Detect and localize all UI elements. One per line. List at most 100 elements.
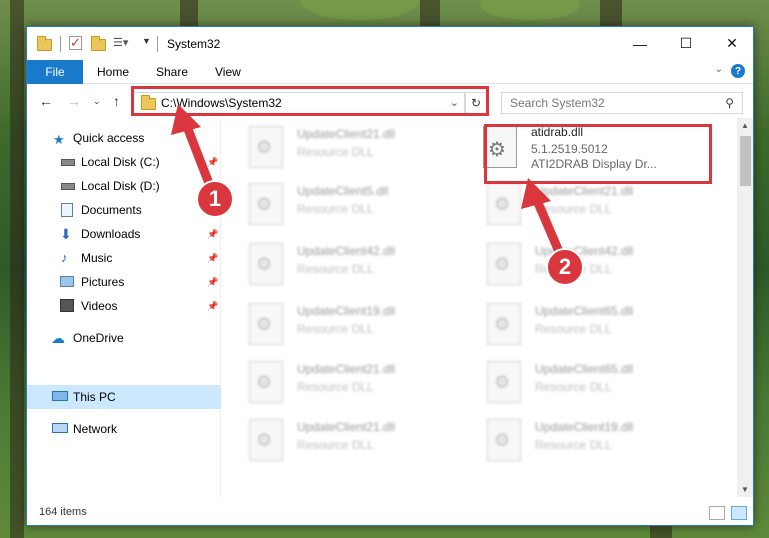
tab-share[interactable]: Share <box>156 65 188 79</box>
sidebar-item-label: Documents <box>81 203 142 217</box>
navigation-pane: ★ Quick access Local Disk (C:) 📌 Local D… <box>27 118 221 497</box>
pin-icon[interactable]: 📌 <box>207 277 218 288</box>
cloud-icon: ☁ <box>51 330 65 346</box>
expand-ribbon-icon[interactable]: ⌄ <box>715 64 723 75</box>
scroll-up-icon[interactable]: ▲ <box>741 121 749 130</box>
customize-icon[interactable]: ☰▾ <box>113 36 129 52</box>
file-name: UpdateClient65.dll <box>535 362 634 376</box>
list-item[interactable]: UpdateClient5.dll Resource DLL <box>249 180 464 228</box>
file-type: Resource DLL <box>297 380 374 394</box>
sidebar-item-music[interactable]: ♪ Music 📌 <box>27 246 221 270</box>
separator <box>157 36 158 52</box>
list-item[interactable]: UpdateClient21.dll Resource DLL <box>249 123 464 171</box>
list-item[interactable]: UpdateClient65.dll Resource DLL <box>487 300 702 348</box>
sidebar-item-network[interactable]: Network <box>27 417 221 441</box>
step-1-badge: 1 <box>196 180 234 218</box>
sidebar-item-videos[interactable]: Videos 📌 <box>27 294 221 318</box>
tab-file[interactable]: File <box>27 60 83 84</box>
sidebar-item-label: This PC <box>73 390 116 404</box>
list-item[interactable]: UpdateClient19.dll Resource DLL <box>249 300 464 348</box>
file-type: Resource DLL <box>297 202 374 216</box>
up-arrow-icon[interactable]: ↑ <box>113 93 120 109</box>
forward-arrow-icon[interactable]: → <box>67 93 81 109</box>
sidebar-item-documents[interactable]: Documents 📌 <box>27 198 221 222</box>
file-name: UpdateClient42.dll <box>297 244 396 258</box>
sidebar-item-pictures[interactable]: Pictures 📌 <box>27 270 221 294</box>
file-name: UpdateClient19.dll <box>535 420 634 434</box>
tab-view[interactable]: View <box>215 65 241 79</box>
file-type: Resource DLL <box>297 145 374 159</box>
file-highlight-box <box>484 124 712 184</box>
sidebar-item-label: Quick access <box>73 131 145 145</box>
file-name: UpdateClient21.dll <box>297 420 396 434</box>
sidebar-item-this-pc[interactable]: This PC <box>27 385 221 409</box>
file-type: Resource DLL <box>535 322 612 336</box>
computer-icon <box>52 391 68 401</box>
separator <box>60 36 61 52</box>
file-name: UpdateClient5.dll <box>297 184 389 198</box>
dll-file-icon <box>487 183 521 225</box>
sidebar-item-downloads[interactable]: ⬇ Downloads 📌 <box>27 222 221 246</box>
dll-file-icon <box>487 361 521 403</box>
file-name: UpdateClient19.dll <box>297 304 396 318</box>
file-type: Resource DLL <box>297 322 374 336</box>
sidebar-item-local-disk-c[interactable]: Local Disk (C:) 📌 <box>27 150 221 174</box>
window-title: System32 <box>167 37 221 51</box>
sidebar-item-quick-access[interactable]: ★ Quick access <box>27 126 221 150</box>
document-icon <box>61 203 73 217</box>
drive-icon <box>61 183 75 190</box>
file-type: Resource DLL <box>535 380 612 394</box>
search-input[interactable]: Search System32 ⚲ <box>501 92 743 114</box>
sidebar-item-onedrive[interactable]: ☁ OneDrive <box>27 326 221 350</box>
back-arrow-icon[interactable]: ← <box>39 93 53 109</box>
large-icons-view-icon[interactable] <box>731 506 747 520</box>
file-name: UpdateClient21.dll <box>535 184 634 198</box>
file-type: Resource DLL <box>297 438 374 452</box>
close-button[interactable]: ✕ <box>709 27 753 60</box>
folder-icon[interactable] <box>37 36 53 52</box>
pin-icon[interactable]: 📌 <box>207 301 218 312</box>
list-item[interactable]: UpdateClient65.dll Resource DLL <box>487 358 702 406</box>
dll-file-icon <box>487 419 521 461</box>
tab-home[interactable]: Home <box>97 65 129 79</box>
download-icon: ⬇ <box>60 226 72 242</box>
dll-file-icon <box>249 303 283 345</box>
list-item[interactable]: UpdateClient21.dll Resource DLL <box>487 180 702 228</box>
network-icon <box>52 423 68 433</box>
music-icon: ♪ <box>61 250 68 265</box>
file-name: UpdateClient21.dll <box>297 362 396 376</box>
pin-icon[interactable]: 📌 <box>207 157 218 168</box>
help-icon[interactable]: ? <box>731 64 745 78</box>
minimize-button[interactable]: — <box>617 27 663 60</box>
dll-file-icon <box>249 419 283 461</box>
search-icon[interactable]: ⚲ <box>725 96 734 110</box>
details-view-icon[interactable] <box>709 506 725 520</box>
pin-icon[interactable]: 📌 <box>207 253 218 264</box>
video-icon <box>60 299 74 312</box>
address-highlight-box <box>131 86 489 116</box>
sidebar-item-local-disk-d[interactable]: Local Disk (D:) <box>27 174 221 198</box>
quick-access-dropdown-icon[interactable]: ▼ <box>142 36 158 52</box>
list-item[interactable]: UpdateClient42.dll Resource DLL <box>249 240 464 288</box>
vertical-scrollbar[interactable]: ▲ ▼ <box>737 118 753 497</box>
picture-icon <box>60 276 74 287</box>
file-type: Resource DLL <box>535 202 612 216</box>
sidebar-item-label: Local Disk (D:) <box>81 179 160 193</box>
scrollbar-thumb[interactable] <box>740 136 751 186</box>
list-item[interactable]: UpdateClient42.dll Resource DLL <box>487 240 702 288</box>
step-2-badge: 2 <box>546 248 584 286</box>
list-item[interactable]: UpdateClient21.dll Resource DLL <box>249 416 464 464</box>
maximize-button[interactable]: ☐ <box>663 27 709 60</box>
new-folder-icon[interactable] <box>91 36 107 52</box>
item-count: 164 items <box>39 506 87 518</box>
ribbon: File Home Share View ⌄ ? <box>27 60 753 84</box>
list-item[interactable]: UpdateClient21.dll Resource DLL <box>249 358 464 406</box>
scroll-down-icon[interactable]: ▼ <box>741 485 749 494</box>
file-type: Resource DLL <box>535 438 612 452</box>
recent-locations-icon[interactable]: ⌄ <box>93 96 101 107</box>
dll-file-icon <box>249 126 283 168</box>
list-item[interactable]: UpdateClient19.dll Resource DLL <box>487 416 702 464</box>
sidebar-item-label: Local Disk (C:) <box>81 155 160 169</box>
pin-icon[interactable]: 📌 <box>207 229 218 240</box>
properties-icon[interactable]: ✓ <box>69 36 82 50</box>
